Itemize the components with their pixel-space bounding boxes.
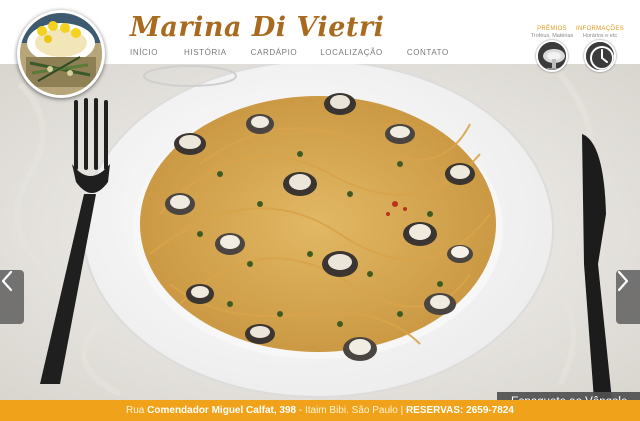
nav-item-contato[interactable]: CONTATO [407,48,449,57]
hero-dish-image [0,64,640,400]
award-plates-icon[interactable] [536,40,568,72]
reservas-label: RESERVAS: [405,405,464,416]
address-district: - Itaim Bibi. São Paulo | [298,405,404,416]
info-subtitle: Horários e etc [582,33,618,39]
site-title[interactable]: Marina Di Vietri [130,12,384,43]
nav-item-inicio[interactable]: INÍCIO [130,48,158,57]
address-street: Comendador Miguel Calfat, 398 [147,405,297,416]
nav-item-localizacao[interactable]: LOCALIZAÇÃO [320,48,383,57]
main-nav: INÍCIO HISTÓRIA CARDÁPIO LOCALIZAÇÃO CON… [130,48,475,57]
reservas-phone[interactable]: 2659-7824 [466,405,514,416]
chevron-right-icon [617,270,629,292]
nav-item-cardapio[interactable]: CARDÁPIO [251,48,298,57]
restaurant-logo[interactable] [17,10,105,98]
chevron-left-icon [1,270,13,292]
slider-prev-button[interactable] [0,270,24,324]
clock-icon[interactable] [584,40,616,72]
hero-slider: Espaguete ao Vôngole [0,64,640,400]
slide-caption: Espaguete ao Vôngole [497,392,640,400]
slider-next-button[interactable] [616,270,640,324]
nav-item-historia[interactable]: HISTÓRIA [184,48,227,57]
address-bar: Rua Comendador Miguel Calfat, 398 - Itai… [0,400,640,421]
address-prefix: Rua [126,405,145,416]
info-link[interactable]: INFORMAÇÕES Horários e etc [570,26,630,39]
info-title: INFORMAÇÕES [576,26,624,32]
